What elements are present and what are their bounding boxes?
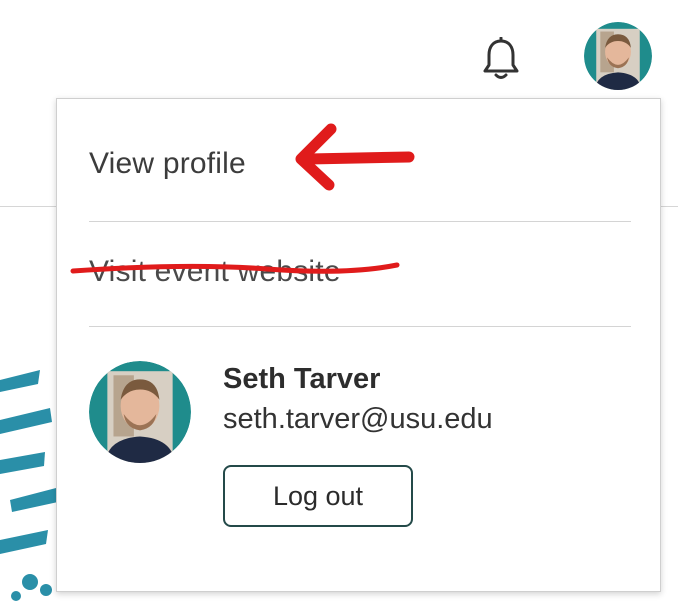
user-email: seth.tarver@usu.edu	[223, 403, 493, 435]
red-strikethrough-annotation	[70, 262, 400, 274]
user-name: Seth Tarver	[223, 363, 381, 395]
user-avatar	[89, 361, 191, 463]
user-avatar-icon	[89, 361, 191, 463]
profile-dropdown-menu: View profile Visit event website Seth Ta…	[56, 98, 661, 592]
menu-item-view-profile[interactable]: View profile	[89, 147, 246, 181]
user-avatar-icon	[584, 22, 652, 90]
menu-divider	[89, 326, 631, 327]
notifications-button[interactable]	[478, 36, 524, 82]
red-arrow-annotation	[295, 123, 415, 191]
menu-divider	[89, 221, 631, 222]
header-avatar-button[interactable]	[584, 22, 652, 90]
logout-button[interactable]: Log out	[223, 465, 413, 527]
bell-icon	[483, 37, 519, 79]
